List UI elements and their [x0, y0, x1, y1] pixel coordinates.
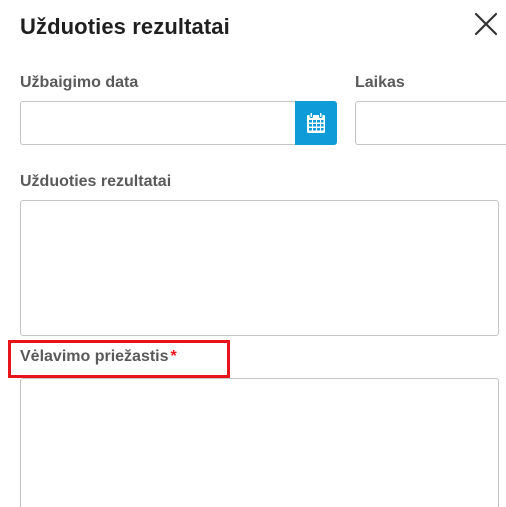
time-input[interactable] [355, 101, 506, 145]
dialog-title: Užduoties rezultatai [20, 14, 230, 39]
task-results-textarea[interactable] [20, 200, 499, 336]
task-results-dialog: Užduoties rezultatai Užbaigimo data Laik… [0, 0, 506, 507]
delay-reason-textarea[interactable] [20, 378, 499, 507]
close-icon [474, 12, 498, 36]
close-button[interactable] [472, 10, 500, 38]
completion-date-input[interactable] [20, 101, 298, 145]
task-results-label: Užduoties rezultatai [20, 173, 172, 190]
time-label: Laikas [355, 74, 405, 91]
delay-reason-label-text: Vėlavimo priežastis [20, 348, 169, 365]
completion-date-label: Užbaigimo data [20, 74, 139, 91]
date-picker-button[interactable] [295, 101, 337, 145]
calendar-icon [307, 112, 325, 133]
required-asterisk: * [170, 348, 177, 365]
delay-reason-label: Vėlavimo priežastis * [20, 348, 177, 366]
